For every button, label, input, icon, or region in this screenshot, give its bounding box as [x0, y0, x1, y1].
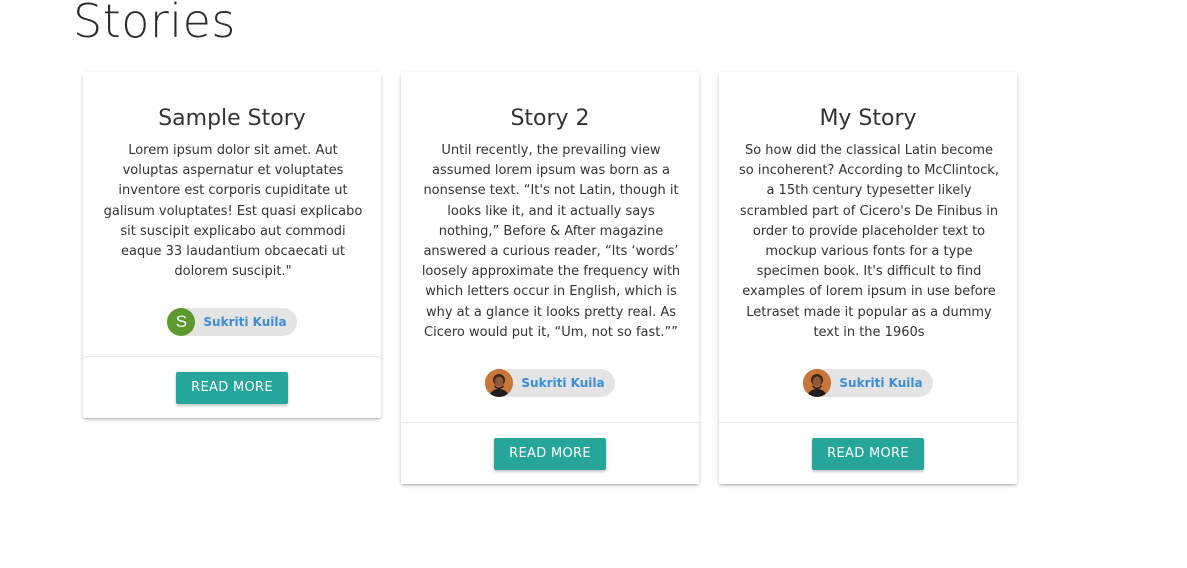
- card-content: Sample Story Lorem ipsum dolor sit amet.…: [83, 72, 381, 356]
- story-title: My Story: [819, 106, 917, 131]
- story-excerpt: Until recently, the prevailing view assu…: [421, 143, 681, 340]
- page-title: Stories: [73, 0, 236, 48]
- card-content: Story 2 Until recently, the prevailing v…: [401, 72, 699, 422]
- avatar: [803, 369, 832, 398]
- read-more-button[interactable]: READ MORE: [812, 437, 924, 470]
- story-title: Sample Story: [158, 106, 306, 131]
- author-name[interactable]: Sukriti Kuila: [839, 376, 922, 390]
- story-card-list: Sample Story Lorem ipsum dolor sit amet.…: [83, 72, 1017, 485]
- story-title: Story 2: [510, 106, 590, 131]
- story-card: Sample Story Lorem ipsum dolor sit amet.…: [83, 72, 381, 419]
- card-action: READ MORE: [719, 422, 1017, 484]
- card-action: READ MORE: [83, 356, 381, 418]
- avatar: [485, 369, 514, 398]
- author-chip[interactable]: Sukriti Kuila: [485, 369, 615, 398]
- avatar: S: [167, 308, 196, 337]
- author-chip[interactable]: S Sukriti Kuila: [167, 308, 297, 337]
- card-action: READ MORE: [401, 422, 699, 484]
- story-excerpt: Lorem ipsum dolor sit amet. Aut voluptas…: [103, 143, 363, 280]
- author-name[interactable]: Sukriti Kuila: [521, 376, 604, 390]
- read-more-button[interactable]: READ MORE: [494, 437, 606, 470]
- card-content: My Story So how did the classical Latin …: [719, 72, 1017, 422]
- author-name[interactable]: Sukriti Kuila: [203, 315, 286, 329]
- user-photo-icon: [803, 369, 832, 398]
- author-chip[interactable]: Sukriti Kuila: [803, 369, 933, 398]
- story-card: Story 2 Until recently, the prevailing v…: [401, 72, 699, 485]
- story-card: My Story So how did the classical Latin …: [719, 72, 1017, 485]
- story-excerpt: So how did the classical Latin become so…: [739, 143, 999, 340]
- user-photo-icon: [485, 369, 514, 398]
- read-more-button[interactable]: READ MORE: [176, 371, 288, 404]
